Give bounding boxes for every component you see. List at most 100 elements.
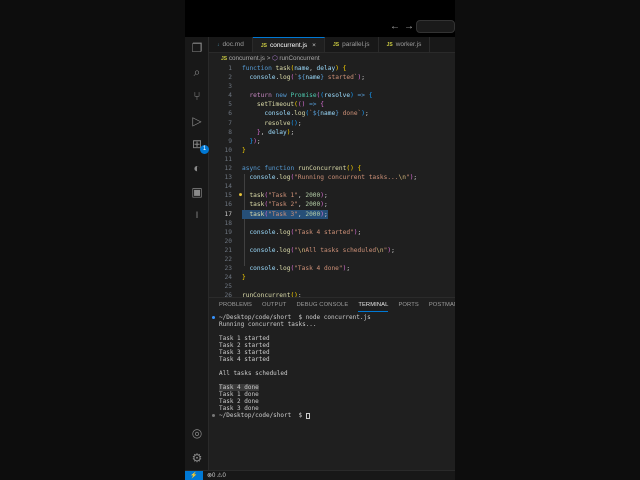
hallo-extension-icon[interactable]: ▣: [189, 184, 205, 200]
source-control-icon[interactable]: ⑂: [189, 88, 205, 104]
panel-tab-ports[interactable]: PORTS: [398, 298, 418, 312]
line-number: 5: [228, 101, 232, 109]
code-token: ;: [297, 119, 302, 127]
code-editor[interactable]: 1 function task(name, delay) {2 console.l…: [209, 64, 455, 297]
remote-indicator-icon[interactable]: ⚡: [185, 471, 203, 480]
account-icon[interactable]: ◎: [189, 425, 205, 441]
code-token: ;: [324, 192, 328, 200]
terminal-line: Task 1 started: [219, 335, 371, 342]
explorer-icon[interactable]: ❐: [189, 40, 205, 56]
terminal-text: All tasks scheduled: [219, 370, 288, 377]
line-number: 20: [224, 237, 232, 245]
code-token: ;: [357, 228, 362, 236]
code-token: delay: [268, 128, 287, 136]
extensions-badge: 1: [200, 145, 209, 154]
code-line[interactable]: 20: [209, 237, 455, 246]
terminal-line: Running concurrent tasks...: [219, 321, 371, 328]
tab-parallel-js[interactable]: JS parallel.js: [325, 37, 379, 52]
line-number: 17: [224, 210, 232, 218]
code-line[interactable]: 12 async function runConcurrent() {: [209, 164, 455, 173]
line-source: console.log(`${name} started`);: [242, 73, 365, 82]
code-token: console: [242, 246, 276, 254]
code-line[interactable]: 18: [209, 219, 455, 228]
code-line[interactable]: 25: [209, 282, 455, 291]
line-source: console.log("\nAll tasks scheduled\n");: [242, 246, 394, 255]
settings-gear-icon[interactable]: ⚙: [189, 450, 205, 466]
code-token: return: [242, 92, 272, 100]
code-token: ,: [260, 128, 269, 136]
panel-tab-postman[interactable]: POSTMAN: [429, 298, 455, 312]
panel-tab-output[interactable]: OUTPUT: [262, 298, 286, 312]
code-line[interactable]: 1 function task(name, delay) {: [209, 64, 455, 73]
line-source: });: [242, 137, 260, 146]
code-line[interactable]: 10}: [209, 146, 455, 155]
code-line[interactable]: 16 task("Task 2", 2000);: [209, 200, 455, 209]
code-line[interactable]: 14: [209, 182, 455, 191]
code-token: log: [279, 246, 291, 254]
code-line[interactable]: 4 return new Promise((resolve) => {: [209, 91, 455, 100]
code-line[interactable]: 13 console.log("Running concurrent tasks…: [209, 173, 455, 182]
code-line[interactable]: 23 console.log("Task 4 done");: [209, 264, 455, 273]
code-line[interactable]: 17 task("Task 3", 2000);: [209, 209, 455, 219]
code-line[interactable]: 2 console.log(`${name} started`);: [209, 73, 455, 82]
line-number: 14: [224, 183, 232, 191]
code-line[interactable]: 8 }, delay);: [209, 128, 455, 137]
terminal-text: Task 3 started: [219, 349, 270, 356]
code-line[interactable]: 21 console.log("\nAll tasks scheduled\n"…: [209, 246, 455, 255]
code-token: log: [279, 174, 291, 182]
panel-tab-terminal[interactable]: TERMINAL: [358, 298, 389, 312]
forward-arrow-icon[interactable]: →: [404, 21, 414, 32]
remote-explorer-icon[interactable]: ◐: [189, 160, 205, 176]
markdown-file-icon: ↓: [217, 42, 220, 48]
code-token: log: [279, 228, 291, 236]
code-line[interactable]: 15 task("Task 1", 2000); ●: [209, 191, 455, 200]
extensions-icon[interactable]: ⊞ 1: [189, 136, 209, 154]
activity-bar: ❐ ⌕ ⑂ ▷ ⊞ 1 ◐ ▣ I ◎ ⚙: [185, 37, 209, 470]
problems-status[interactable]: ⊗0 ⚠0: [207, 471, 226, 480]
code-line[interactable]: 5 setTimeout(() => {: [209, 100, 455, 109]
lightbulb-icon[interactable]: ●: [239, 191, 242, 200]
code-line[interactable]: 11: [209, 155, 455, 164]
command-center-search[interactable]: [416, 20, 455, 33]
code-token: function: [242, 65, 272, 72]
code-token: ;: [324, 201, 328, 209]
close-tab-icon[interactable]: ×: [312, 42, 316, 49]
line-source: task("Task 3", 2000);: [242, 209, 328, 219]
terminal-text: Task 3 done: [219, 405, 259, 412]
line-number: 2: [228, 74, 232, 82]
code-token: started`: [324, 74, 358, 82]
code-line[interactable]: 3: [209, 82, 455, 91]
code-token: ;: [361, 74, 366, 82]
code-token: task: [275, 65, 291, 72]
code-line[interactable]: 22: [209, 255, 455, 264]
tab-concurrent-js[interactable]: JS concurrent.js ×: [252, 37, 325, 52]
line-number: 19: [224, 228, 232, 236]
bottom-panel: PROBLEMS OUTPUT DEBUG CONSOLE TERMINAL PORTS…: [209, 297, 455, 470]
tab-worker-js[interactable]: JS worker.js: [379, 37, 431, 52]
run-debug-icon[interactable]: ▷: [189, 113, 205, 129]
code-token: resolve: [242, 119, 291, 127]
code-line[interactable]: 19 console.log("Task 4 started");: [209, 228, 455, 237]
code-token: "Task 3": [268, 210, 298, 218]
line-number: 24: [224, 274, 232, 282]
breadcrumb-file[interactable]: concurrent.js: [229, 55, 265, 62]
code-line[interactable]: 7 resolve();: [209, 119, 455, 128]
code-token: (): [346, 165, 354, 173]
code-line[interactable]: 24}: [209, 273, 455, 282]
line-number: 9: [228, 137, 232, 145]
panel-tabs: PROBLEMS OUTPUT DEBUG CONSOLE TERMINAL PORTS…: [209, 298, 455, 312]
back-arrow-icon[interactable]: ←: [390, 21, 400, 32]
panel-tab-problems[interactable]: PROBLEMS: [219, 298, 252, 312]
title-bar: ← →: [185, 0, 455, 37]
terminal-line: Task 2 started: [219, 342, 371, 349]
panel-tab-debug-console[interactable]: DEBUG CONSOLE: [296, 298, 348, 312]
search-icon[interactable]: ⌕: [189, 64, 205, 80]
breadcrumb-symbol[interactable]: runConcurrent: [279, 55, 319, 62]
code-token: delay: [316, 65, 336, 72]
terminal-output[interactable]: ~/Desktop/code/short $ node concurrent.j…: [212, 314, 371, 419]
code-line[interactable]: 6 console.log(`${name} done`);: [209, 109, 455, 118]
tab-doc-md[interactable]: ↓ doc.md: [209, 37, 253, 52]
code-line[interactable]: 9 });: [209, 137, 455, 146]
terminal-line: All tasks scheduled: [219, 370, 371, 377]
